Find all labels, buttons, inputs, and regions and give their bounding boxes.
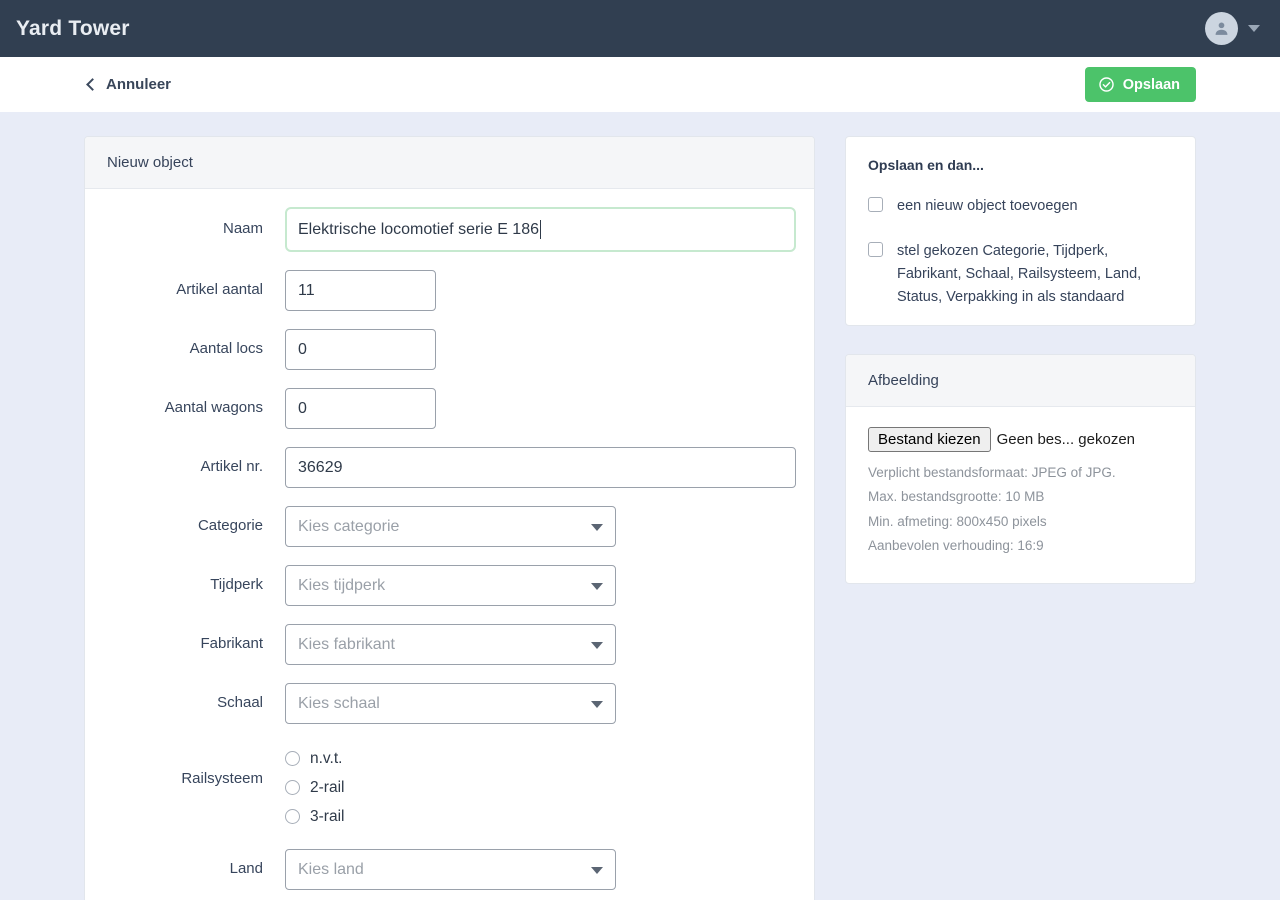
save-button-label: Opslaan [1122,76,1180,93]
cancel-back-link[interactable]: Annuleer [86,76,172,93]
schaal-placeholder: Kies schaal [298,694,380,712]
radio-icon[interactable] [285,751,300,766]
choose-file-button[interactable]: Bestand kiezen [868,426,991,452]
save-options-title: Opslaan en dan... [868,157,984,173]
check-circle-icon [1098,76,1115,93]
fabrikant-select[interactable]: Kies fabrikant [285,624,616,665]
field-row-fabrikant: Fabrikant Kies fabrikant [85,624,814,665]
fabrikant-placeholder: Kies fabrikant [298,635,395,653]
image-card-title: Afbeelding [846,354,1195,407]
radio-option-3-rail[interactable]: 3-rail [285,802,792,831]
file-note-ratio: Aanbevolen verhouding: 16:9 [868,538,1044,554]
chevron-down-icon [591,641,603,649]
form-body: Naam Elektrische locomotief serie E 186 … [85,189,814,890]
sidebar-column: Opslaan en dan... een nieuw object toevo… [845,136,1196,584]
file-note-dimension: Min. afmeting: 800x450 pixels [868,513,1047,529]
file-note-format: Verplicht bestandsformaat: JPEG of JPG. [868,464,1116,480]
field-row-railsysteem: Railsysteem n.v.t. 2-rail 3-rail [85,742,814,831]
chevron-down-icon [591,866,603,874]
radio-label-nvt: n.v.t. [310,749,343,767]
chevron-down-icon [591,700,603,708]
aantal-locs-input[interactable]: 0 [285,329,436,370]
checkbox-label-set-defaults: stel gekozen Categorie, Tijdperk, Fabrik… [897,242,1142,305]
file-input-row[interactable]: Bestand kiezen Geen bes... gekozen [868,426,1173,452]
field-row-categorie: Categorie Kies categorie [85,506,814,547]
top-navigation-bar: Yard Tower [0,0,1280,57]
checkbox-row-set-defaults[interactable]: stel gekozen Categorie, Tijdperk, Fabrik… [868,240,1173,309]
radio-option-nvt[interactable]: n.v.t. [285,744,792,773]
field-row-aantal-locs: Aantal locs 0 [85,329,814,370]
radio-icon[interactable] [285,809,300,824]
save-options-card: Opslaan en dan... een nieuw object toevo… [845,136,1196,326]
page-content: Nieuw object Naam Elektrische locomotief… [0,112,1280,900]
label-aantal-wagons: Aantal wagons [164,399,263,416]
chevron-left-icon [86,77,99,91]
label-fabrikant: Fabrikant [200,635,263,652]
label-aantal-locs: Aantal locs [189,340,263,357]
user-menu[interactable] [1205,12,1260,45]
field-row-artikel-nr: Artikel nr. 36629 [85,447,814,488]
land-placeholder: Kies land [298,860,364,878]
chevron-down-icon[interactable] [1248,25,1260,32]
new-object-card: Nieuw object Naam Elektrische locomotief… [84,136,815,900]
label-tijdperk: Tijdperk [210,576,263,593]
cancel-label: Annuleer [106,76,172,93]
field-row-land: Land Kies land [85,849,814,890]
aantal-wagons-input[interactable]: 0 [285,388,436,429]
schaal-select[interactable]: Kies schaal [285,683,616,724]
radio-label-2-rail: 2-rail [310,778,345,796]
tijdperk-select[interactable]: Kies tijdperk [285,565,616,606]
field-row-naam: Naam Elektrische locomotief serie E 186 [85,207,814,252]
chevron-down-icon [591,582,603,590]
tijdperk-placeholder: Kies tijdperk [298,576,386,594]
user-avatar-icon[interactable] [1205,12,1238,45]
image-upload-card: Afbeelding Bestand kiezen Geen bes... ge… [845,353,1196,584]
label-artikel-nr: Artikel nr. [200,458,263,475]
image-card-body: Bestand kiezen Geen bes... gekozen Verpl… [846,407,1195,583]
app-brand-title: Yard Tower [16,16,130,40]
label-naam: Naam [222,220,263,237]
field-row-tijdperk: Tijdperk Kies tijdperk [85,565,814,606]
label-artikel-aantal: Artikel aantal [176,281,263,298]
label-schaal: Schaal [217,694,263,711]
card-title: Nieuw object [85,137,814,189]
radio-label-3-rail: 3-rail [310,807,345,825]
action-toolbar: Annuleer Opslaan [0,57,1280,112]
radio-icon[interactable] [285,780,300,795]
save-button[interactable]: Opslaan [1084,67,1196,102]
label-land: Land [229,860,263,877]
radio-option-2-rail[interactable]: 2-rail [285,773,792,802]
checkbox-label-new-object: een nieuw object toevoegen [897,198,1078,214]
file-status-label: Geen bes... gekozen [996,430,1136,448]
field-row-artikel-aantal: Artikel aantal 11 [85,270,814,311]
chevron-down-icon [591,523,603,531]
file-note-size: Max. bestandsgrootte: 10 MB [868,489,1045,505]
label-railsysteem: Railsysteem [181,770,263,787]
save-options-body: Opslaan en dan... een nieuw object toevo… [846,137,1195,325]
categorie-select[interactable]: Kies categorie [285,506,616,547]
artikel-nr-input[interactable]: 36629 [285,447,796,488]
railsysteem-radio-group: n.v.t. 2-rail 3-rail [285,742,792,831]
checkbox-row-new-object[interactable]: een nieuw object toevoegen [868,195,1173,218]
categorie-placeholder: Kies categorie [298,517,400,535]
field-row-aantal-wagons: Aantal wagons 0 [85,388,814,429]
checkbox-icon[interactable] [868,241,883,257]
artikel-aantal-input[interactable]: 11 [285,270,436,311]
naam-input-value: Elektrische locomotief serie E 186 [298,220,539,238]
main-column: Nieuw object Naam Elektrische locomotief… [84,136,815,900]
text-cursor [540,220,541,239]
naam-input[interactable]: Elektrische locomotief serie E 186 [285,207,796,252]
land-select[interactable]: Kies land [285,849,616,890]
field-row-schaal: Schaal Kies schaal [85,683,814,724]
checkbox-icon[interactable] [868,197,883,212]
label-categorie: Categorie [197,517,263,534]
